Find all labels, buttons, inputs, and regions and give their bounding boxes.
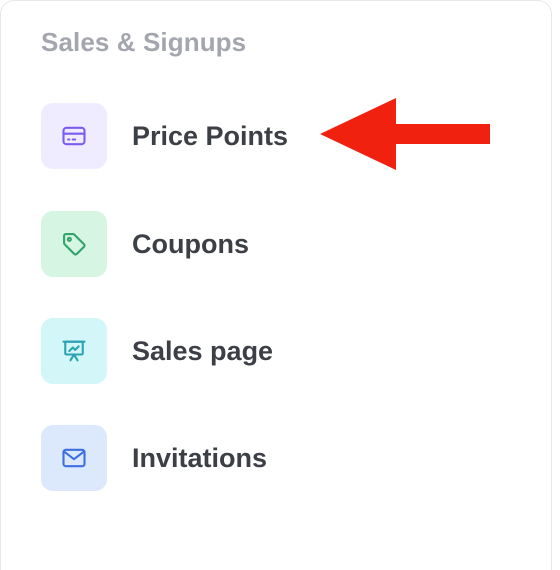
menu-item-coupons[interactable]: Coupons [41, 211, 249, 277]
menu-item-label: Price Points [132, 121, 289, 151]
credit-card-icon [60, 122, 88, 150]
menu-item-price-points[interactable]: Price Points [41, 103, 288, 169]
annotation-arrow-icon [320, 98, 490, 170]
presentation-icon [60, 337, 88, 365]
section-title: Sales & Signups [41, 27, 247, 57]
menu-item-invitations[interactable]: Invitations [41, 425, 267, 491]
menu-item-label: Sales page [132, 336, 274, 366]
price-points-icon-box [41, 103, 107, 169]
coupons-icon-box [41, 211, 107, 277]
menu-item-label: Invitations [132, 443, 268, 473]
menu-item-sales-page[interactable]: Sales page [41, 318, 273, 384]
invitations-icon-box [41, 425, 107, 491]
envelope-icon [60, 444, 88, 472]
tag-icon [60, 230, 88, 258]
menu-item-label: Coupons [132, 229, 249, 259]
sales-signups-panel: Sales & Signups Price Points Coupons Sal… [0, 0, 552, 570]
sales-page-icon-box [41, 318, 107, 384]
